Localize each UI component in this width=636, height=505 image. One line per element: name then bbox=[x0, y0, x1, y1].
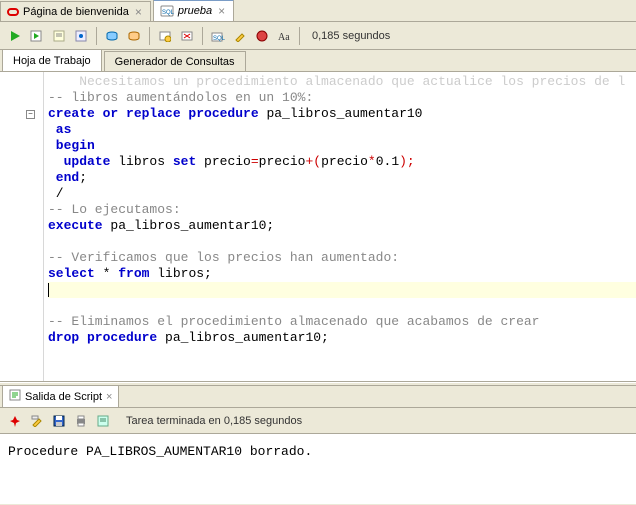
code-line: as bbox=[48, 122, 636, 138]
separator bbox=[149, 27, 150, 45]
tab-welcome[interactable]: Página de bienvenida × bbox=[0, 1, 151, 21]
code-line bbox=[48, 234, 636, 250]
code-line: execute pa_libros_aumentar10; bbox=[48, 218, 636, 234]
code-line: Necesitamos un procedimiento almacenado … bbox=[48, 74, 636, 90]
task-button[interactable] bbox=[94, 412, 112, 430]
run-button[interactable] bbox=[6, 27, 24, 45]
code-line: -- libros aumentándolos en un 10%: bbox=[48, 90, 636, 106]
code-line bbox=[48, 298, 636, 314]
separator bbox=[96, 27, 97, 45]
clear-button[interactable] bbox=[178, 27, 196, 45]
worksheet-tabs: Hoja de Trabajo Generador de Consultas bbox=[0, 50, 636, 72]
code-line: / bbox=[48, 186, 636, 202]
tab-label: Salida de Script bbox=[25, 391, 102, 403]
save-output-button[interactable] bbox=[50, 412, 68, 430]
script-output-icon bbox=[9, 389, 21, 404]
oracle-icon bbox=[7, 6, 19, 18]
tab-label: Generador de Consultas bbox=[115, 56, 235, 68]
tab-label: Hoja de Trabajo bbox=[13, 55, 91, 67]
sql-icon: SQL bbox=[160, 5, 174, 17]
print-button[interactable] bbox=[72, 412, 90, 430]
svg-text:SQL: SQL bbox=[162, 10, 174, 16]
code-area[interactable]: Necesitamos un procedimiento almacenado … bbox=[44, 72, 636, 381]
unshared-button[interactable] bbox=[156, 27, 174, 45]
code-line: create or replace procedure pa_libros_au… bbox=[48, 106, 636, 122]
close-icon[interactable]: × bbox=[133, 5, 144, 19]
commit-button[interactable] bbox=[103, 27, 121, 45]
tab-label: prueba bbox=[178, 5, 212, 17]
output-status: Tarea terminada en 0,185 segundos bbox=[126, 415, 302, 427]
fold-icon[interactable]: − bbox=[26, 110, 35, 119]
file-tabs-bar: Página de bienvenida × SQL prueba × bbox=[0, 0, 636, 22]
output-line: Procedure PA_LIBROS_AUMENTAR10 borrado. bbox=[8, 444, 628, 459]
code-line: select * from libros; bbox=[48, 266, 636, 282]
autotrace-button[interactable] bbox=[72, 27, 90, 45]
tab-prueba[interactable]: SQL prueba × bbox=[153, 0, 234, 21]
svg-text:SQL: SQL bbox=[213, 36, 225, 42]
script-output-body[interactable]: Procedure PA_LIBROS_AUMENTAR10 borrado. bbox=[0, 434, 636, 504]
tab-worksheet[interactable]: Hoja de Trabajo bbox=[2, 49, 102, 71]
clear-output-button[interactable] bbox=[28, 412, 46, 430]
code-line: end; bbox=[48, 170, 636, 186]
sql-history-button[interactable]: SQL bbox=[209, 27, 227, 45]
format-button[interactable] bbox=[253, 27, 271, 45]
close-icon[interactable]: × bbox=[216, 4, 227, 18]
code-editor[interactable]: − Necesitamos un procedimiento almacenad… bbox=[0, 72, 636, 382]
separator bbox=[202, 27, 203, 45]
case-button[interactable]: Aa bbox=[275, 27, 293, 45]
edit-button[interactable] bbox=[231, 27, 249, 45]
run-script-button[interactable] bbox=[28, 27, 46, 45]
tab-query-builder[interactable]: Generador de Consultas bbox=[104, 51, 246, 71]
main-toolbar: SQL Aa 0,185 segundos bbox=[0, 22, 636, 50]
svg-text:Aa: Aa bbox=[278, 32, 290, 42]
code-line bbox=[48, 282, 636, 298]
output-tabs-bar: Salida de Script × bbox=[0, 386, 636, 408]
explain-button[interactable] bbox=[50, 27, 68, 45]
output-toolbar: Tarea terminada en 0,185 segundos bbox=[0, 408, 636, 434]
code-line: -- Lo ejecutamos: bbox=[48, 202, 636, 218]
editor-gutter: − bbox=[0, 72, 44, 381]
code-line: begin bbox=[48, 138, 636, 154]
tab-script-output[interactable]: Salida de Script × bbox=[2, 385, 119, 407]
separator bbox=[299, 27, 300, 45]
code-line: drop procedure pa_libros_aumentar10; bbox=[48, 330, 636, 346]
code-line: update libros set precio=precio+(precio*… bbox=[48, 154, 636, 170]
pin-button[interactable] bbox=[6, 412, 24, 430]
toolbar-status: 0,185 segundos bbox=[312, 30, 390, 42]
code-line: -- Verificamos que los precios han aumen… bbox=[48, 250, 636, 266]
tab-label: Página de bienvenida bbox=[23, 6, 129, 18]
rollback-button[interactable] bbox=[125, 27, 143, 45]
code-line: -- Eliminamos el procedimiento almacenad… bbox=[48, 314, 636, 330]
close-icon[interactable]: × bbox=[106, 391, 112, 403]
